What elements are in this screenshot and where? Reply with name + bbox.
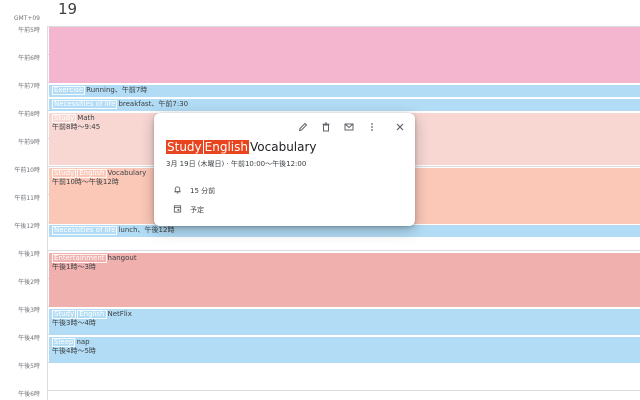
event-title: hangout	[107, 254, 137, 262]
event-details-popup: Study English Vocabulary 3月 19日 (木曜日) · …	[154, 113, 415, 226]
event-title: Running、午前7時	[86, 86, 148, 94]
calendar-day-view: 19 GMT+09 午前5時 午前6時 午前7時 午前8時 午前9時 午前10時…	[0, 0, 640, 400]
event-nap[interactable]: Sleep nap 午後4時～5時	[49, 337, 640, 363]
calendar-name: 予定	[190, 206, 204, 214]
hour-label: 午後6時	[18, 391, 40, 398]
event-netflix[interactable]: Study English NetFlix 午後3時～4時	[49, 309, 640, 335]
hour-label: 午前8時	[18, 111, 40, 118]
event-tag: Necessities of life	[52, 100, 118, 109]
grid-line	[47, 250, 640, 251]
event-hangout[interactable]: Entertainment hangout 午後1時～3時	[49, 253, 640, 307]
hour-label: 午後2時	[18, 279, 40, 286]
timezone-label: GMT+09	[13, 15, 40, 22]
delete-icon[interactable]	[320, 121, 332, 133]
event-time: 午後1時～3時	[52, 263, 96, 271]
calendar-icon	[172, 204, 182, 216]
popup-tag-study: Study	[166, 140, 203, 154]
reminder-row: 15 分前	[172, 185, 215, 197]
event-title: lunch、午後12時	[118, 226, 175, 234]
event-title: Vocabulary	[107, 169, 147, 177]
email-icon[interactable]	[343, 121, 355, 133]
event-title: Math	[77, 114, 95, 122]
calendar-row: 予定	[172, 204, 204, 216]
event-time: 午後4時～5時	[52, 347, 96, 355]
popup-title: Study English Vocabulary	[166, 140, 317, 154]
event-title: nap	[76, 338, 90, 346]
event-title: breakfast、午前7:30	[118, 100, 189, 108]
hour-label: 午前6時	[18, 55, 40, 62]
hour-label: 午前9時	[18, 139, 40, 146]
event-time: 午後3時～4時	[52, 319, 96, 327]
hour-label: 午前10時	[14, 167, 40, 174]
hour-label: 午後5時	[18, 363, 40, 370]
popup-tag-english: English	[203, 140, 249, 154]
event-breakfast[interactable]: Necessities of life breakfast、午前7:30	[49, 99, 640, 111]
hour-label: 午前11時	[14, 195, 40, 202]
event-tag: Study	[52, 310, 77, 319]
event-block[interactable]	[49, 27, 640, 83]
grid-line	[47, 390, 640, 391]
event-tag: Exercise	[52, 86, 86, 95]
event-tag: Sleep	[52, 338, 76, 347]
close-icon[interactable]	[394, 121, 406, 133]
event-tag: Entertainment	[52, 254, 107, 263]
event-tag: English	[77, 169, 107, 178]
event-running[interactable]: Exercise Running、午前7時	[49, 85, 640, 97]
time-gutter: GMT+09 午前5時 午前6時 午前7時 午前8時 午前9時 午前10時 午前…	[0, 0, 46, 400]
event-tag: English	[77, 310, 107, 319]
event-tag: Necessities of life	[52, 226, 118, 235]
hour-label: 午後1時	[18, 251, 40, 258]
bell-icon	[172, 185, 182, 197]
event-tag: Study	[52, 114, 77, 123]
popup-datetime: 3月 19日 (木曜日) · 午前10:00～午後12:00	[166, 160, 307, 168]
hour-label: 午前5時	[18, 27, 40, 34]
hour-label: 午後4時	[18, 335, 40, 342]
hour-label: 午後12時	[14, 223, 40, 230]
event-tag: Study	[52, 169, 77, 178]
event-title: NetFlix	[107, 310, 132, 318]
event-lunch[interactable]: Necessities of life lunch、午後12時	[49, 225, 640, 237]
more-options-icon[interactable]	[366, 121, 378, 133]
day-number[interactable]: 19	[58, 0, 77, 18]
edit-icon[interactable]	[297, 121, 309, 133]
reminder-text: 15 分前	[190, 187, 216, 195]
hour-label: 午後3時	[18, 307, 40, 314]
popup-event-title: Vocabulary	[250, 140, 317, 154]
hour-label: 午前7時	[18, 83, 40, 90]
